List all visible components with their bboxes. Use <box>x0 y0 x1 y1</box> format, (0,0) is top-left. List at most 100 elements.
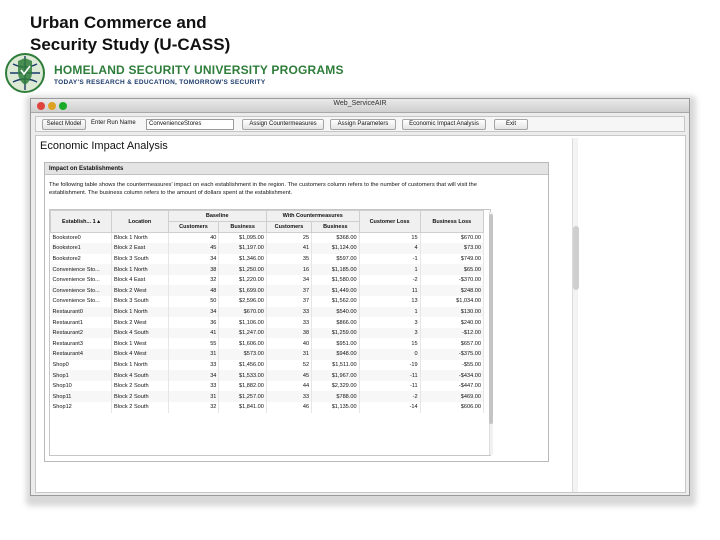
logo-tagline: TODAY'S RESEARCH & EDUCATION, TOMORROW'S… <box>54 79 266 86</box>
table-cell: 40 <box>168 232 220 244</box>
logo-title: HOMELAND SECURITY UNIVERSITY PROGRAMS <box>54 63 344 77</box>
table-cell: $670.00 <box>218 306 267 318</box>
col-header-location[interactable]: Location <box>111 210 169 233</box>
table-cell: Block 2 South <box>111 391 169 402</box>
table-cell: Convenience Sto... <box>50 285 113 297</box>
table-cell: 41 <box>168 327 220 339</box>
table-row[interactable]: Bookstore2 Block 3 South 34 $1,346.00 35 $597… <box>50 253 485 265</box>
table-cell: 33 <box>266 306 313 318</box>
table-cell: Block 1 West <box>111 338 169 350</box>
assign-countermeasures-button[interactable]: Assign Countermeasures <box>242 119 324 130</box>
table-cell: $1,882.00 <box>218 380 267 392</box>
table-row[interactable]: Convenience Sto... Block 2 West 48 $1,699.0… <box>50 285 485 297</box>
table-row[interactable]: Bookstore1 Block 2 East 45 $1,197.00 41 $1,12… <box>50 243 485 254</box>
table-cell: $540.00 <box>311 306 360 318</box>
table-cell: Block 2 West <box>111 317 169 328</box>
table-cell: 0 <box>359 349 421 360</box>
table-cell: 38 <box>168 264 220 275</box>
table-cell: $1,346.00 <box>218 253 267 265</box>
table-row[interactable]: Shop1 Block 4 South 34 $1,533.00 45 $1,967.00… <box>50 370 485 381</box>
select-model-button[interactable]: Select Model <box>42 119 86 130</box>
table-cell: $1,562.00 <box>311 296 360 307</box>
table-cell: $1,606.00 <box>218 338 267 350</box>
table-row[interactable]: Restaurant2 Block 4 South 41 $1,247.00 38 $1,… <box>50 327 485 339</box>
col-header-customer-loss[interactable]: Customer Loss <box>358 210 421 233</box>
table-row[interactable]: Shop12 Block 2 South 32 $1,841.00 46 $1,135.0… <box>50 402 485 413</box>
table-cell: 50 <box>168 296 220 307</box>
table-cell: $1,247.00 <box>218 327 267 339</box>
table-row[interactable]: Shop11 Block 2 South 31 $1,257.00 33 $788.00-… <box>50 391 485 402</box>
table-cell: 55 <box>168 338 220 350</box>
table-scrollbar-thumb[interactable] <box>489 214 493 424</box>
table-cell: 33 <box>266 391 313 402</box>
table-cell: $1,124.00 <box>311 243 360 254</box>
exit-button[interactable]: Exit <box>494 119 528 130</box>
table-scrollbar[interactable] <box>489 212 493 455</box>
table-cell: -11 <box>359 380 421 392</box>
table-cell: 45 <box>168 243 220 254</box>
table-cell: 37 <box>266 285 313 297</box>
economic-impact-analysis-button[interactable]: Economic Impact Analysis <box>402 119 486 130</box>
table-cell: $1,967.00 <box>311 370 360 381</box>
table-cell: Bookstore1 <box>50 243 113 254</box>
run-name-input[interactable]: ConvenienceStores <box>146 119 234 130</box>
table-cell: $65.00 <box>420 264 485 275</box>
table-cell: $469.00 <box>420 391 485 402</box>
table-cell: $1,259.00 <box>311 327 360 339</box>
table-cell: Block 4 West <box>111 349 169 360</box>
table-cell: -$434.00 <box>420 370 485 381</box>
table-cell: $749.00 <box>420 253 485 265</box>
table-row[interactable]: Convenience Sto... Block 3 South 50 $2,596.… <box>50 296 485 307</box>
table-cell: Restaurant3 <box>50 338 113 350</box>
window-titlebar[interactable]: Web_ServiceAIR <box>31 99 689 113</box>
table-row[interactable]: Bookstore0 Block 1 North 40 $1,095.00 25 $368… <box>50 232 485 244</box>
table-cell: $2,596.00 <box>218 296 267 307</box>
table-cell: $1,034.00 <box>420 296 485 307</box>
col-header-cm-customers[interactable]: Customers <box>265 221 313 233</box>
col-header-business-loss[interactable]: Business Loss <box>419 210 485 233</box>
table-row[interactable]: Shop0 Block 1 North 33 $1,456.00 52 $1,511.00… <box>50 359 485 371</box>
col-header-baseline-business[interactable]: Business <box>218 221 267 233</box>
table-cell: 31 <box>168 349 220 360</box>
table-cell: Block 1 North <box>111 359 169 371</box>
table-row[interactable]: Restaurant4 Block 4 West 31 $573.00 31 $948.0… <box>50 349 485 360</box>
table-cell: 37 <box>266 296 313 307</box>
table-cell: Block 1 North <box>111 306 169 318</box>
table-cell: 45 <box>266 370 313 381</box>
table-cell: -19 <box>359 359 421 371</box>
content-scrollbar[interactable] <box>572 138 579 492</box>
table-cell: Convenience Sto... <box>50 296 113 307</box>
table-cell: Convenience Sto... <box>50 264 113 275</box>
table-row[interactable]: Restaurant1 Block 2 West 36 $1,106.00 33 $866… <box>50 317 485 328</box>
group-header-with-countermeasures: With Countermeasures <box>265 210 360 222</box>
col-header-establishment[interactable]: Establish... 1 ▴ <box>49 210 113 233</box>
table-cell: $1,106.00 <box>218 317 267 328</box>
table-cell: 15 <box>359 338 421 350</box>
table-cell: $1,250.00 <box>218 264 267 275</box>
table-cell: $1,841.00 <box>218 402 267 413</box>
table-cell: Shop0 <box>50 359 113 371</box>
col-header-baseline-customers[interactable]: Customers <box>167 221 220 233</box>
table-row[interactable]: Convenience Sto... Block 4 East 32 $1,220.0… <box>50 274 485 286</box>
panel-header: Impact on Establishments <box>45 163 548 175</box>
table-cell: 33 <box>266 317 313 328</box>
table-cell: $1,533.00 <box>218 370 267 381</box>
table-cell: 11 <box>359 285 421 297</box>
table-cell: 36 <box>168 317 220 328</box>
table-row[interactable]: Restaurant3 Block 1 West 55 $1,606.00 40 $951… <box>50 338 485 350</box>
table-row[interactable]: Convenience Sto... Block 1 North 38 $1,250.… <box>50 264 485 275</box>
table-cell: 34 <box>168 370 220 381</box>
table-cell: Block 1 North <box>111 264 169 275</box>
assign-parameters-button[interactable]: Assign Parameters <box>330 119 396 130</box>
table-cell: 3 <box>359 317 421 328</box>
table-cell: -2 <box>359 391 421 402</box>
table-cell: -11 <box>359 370 421 381</box>
table-cell: -14 <box>359 402 421 413</box>
table-cell: 1 <box>359 264 421 275</box>
content-scrollbar-thumb[interactable] <box>573 226 579 290</box>
impact-table-container: Establish... 1 ▴ Location Baseline With … <box>49 209 493 456</box>
table-cell: 34 <box>266 274 313 286</box>
table-row[interactable]: Shop10 Block 2 South 33 $1,882.00 44 $2,329.0… <box>50 380 485 392</box>
table-row[interactable]: Restaurant0 Block 1 North 34 $670.00 33 $540.… <box>50 306 485 318</box>
col-header-cm-business[interactable]: Business <box>311 221 360 233</box>
